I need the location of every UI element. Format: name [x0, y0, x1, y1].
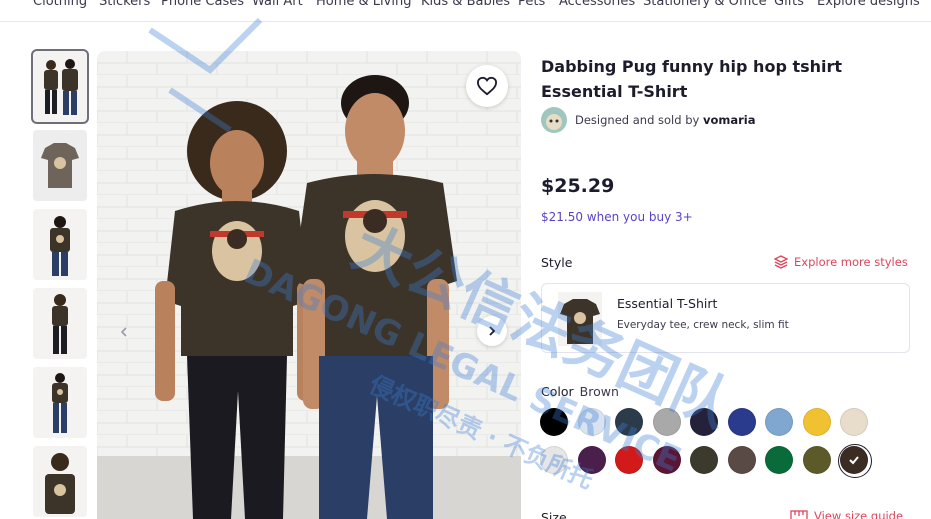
product-main-image — [97, 51, 521, 519]
color-swatch[interactable] — [652, 446, 681, 474]
thumbnail-woman-closeup[interactable] — [33, 446, 87, 517]
color-swatch[interactable] — [615, 446, 643, 474]
size-label: Size — [541, 510, 567, 519]
nav-item-gifts[interactable]: Gifts — [774, 0, 804, 9]
nav-item-clothing[interactable]: Clothing — [33, 0, 87, 9]
nav-item-stickers[interactable]: Stickers — [99, 0, 150, 9]
prev-image-button[interactable] — [110, 318, 138, 346]
thumbnail-flat-shirt[interactable] — [33, 130, 87, 201]
bulk-discount-text: $21.50 when you buy 3+ — [541, 210, 693, 224]
color-swatch[interactable] — [540, 446, 568, 474]
nav-item-home-living[interactable]: Home & Living — [316, 0, 411, 9]
thumbnail-strip — [31, 49, 89, 519]
view-size-guide-label: View size guide — [814, 509, 904, 519]
color-label: Color Brown — [541, 384, 619, 399]
color-swatch[interactable] — [652, 408, 681, 436]
explore-more-styles-label: Explore more styles — [794, 255, 908, 269]
product-title: Dabbing Pug funny hip hop tshirt Essenti… — [541, 57, 843, 101]
nav-item-explore-designs[interactable]: Explore designs — [817, 0, 920, 9]
color-swatch[interactable] — [802, 408, 831, 436]
thumbnail-woman[interactable] — [33, 288, 87, 359]
category-nav: Clothing Stickers Phone Cases Wall Art H… — [0, 0, 931, 22]
explore-more-styles-link[interactable]: Explore more styles — [774, 255, 908, 269]
ruler-icon — [790, 510, 808, 519]
selected-color-name: Brown — [579, 384, 619, 399]
color-swatch[interactable] — [577, 446, 606, 474]
color-swatch[interactable] — [690, 446, 718, 474]
color-swatch[interactable] — [838, 444, 872, 478]
color-swatch[interactable] — [690, 408, 718, 436]
nav-item-kids-babies[interactable]: Kids & Babies — [421, 0, 510, 9]
color-swatch[interactable] — [615, 408, 643, 436]
chevron-right-icon — [489, 326, 496, 336]
nav-item-phone-cases[interactable]: Phone Cases — [161, 0, 244, 9]
style-thumbnail — [558, 292, 602, 346]
nav-item-pets[interactable]: Pets — [518, 0, 545, 9]
nav-item-accessories[interactable]: Accessories — [559, 0, 635, 9]
color-swatch[interactable] — [577, 408, 606, 436]
next-image-button[interactable] — [477, 316, 507, 346]
designer-prefix: Designed and sold by — [575, 113, 700, 127]
designer-name-link[interactable]: vomaria — [703, 113, 756, 127]
favorite-button[interactable] — [466, 65, 508, 107]
color-swatch[interactable] — [540, 408, 568, 436]
color-swatch[interactable] — [840, 408, 868, 436]
check-icon — [841, 447, 867, 473]
color-swatch[interactable] — [765, 446, 793, 474]
style-label: Style — [541, 255, 573, 270]
style-name: Essential T-Shirt — [617, 296, 718, 311]
color-label-text: Color — [541, 384, 574, 399]
style-option-card[interactable]: Essential T-Shirt Everyday tee, crew nec… — [541, 283, 910, 353]
nav-item-stationery-office[interactable]: Stationery & Office — [643, 0, 767, 9]
color-swatch[interactable] — [802, 446, 831, 474]
thumbnail-man-full[interactable] — [33, 367, 87, 438]
designer-avatar[interactable] — [541, 107, 567, 133]
designer-info: Designed and sold by vomaria — [541, 107, 755, 133]
style-description: Everyday tee, crew neck, slim fit — [617, 319, 789, 331]
layers-icon — [774, 255, 788, 269]
nav-item-wall-art[interactable]: Wall Art — [252, 0, 303, 9]
product-price: $25.29 — [541, 175, 615, 197]
view-size-guide-link[interactable]: View size guide — [790, 509, 903, 519]
color-swatch[interactable] — [727, 446, 756, 474]
thumbnail-man[interactable] — [33, 209, 87, 280]
color-swatch-grid — [540, 408, 880, 478]
color-swatch[interactable] — [727, 408, 756, 436]
chevron-left-icon — [120, 327, 127, 337]
color-swatch[interactable] — [765, 408, 793, 436]
thumbnail-couple-front[interactable] — [31, 49, 89, 124]
heart-icon — [476, 76, 498, 96]
